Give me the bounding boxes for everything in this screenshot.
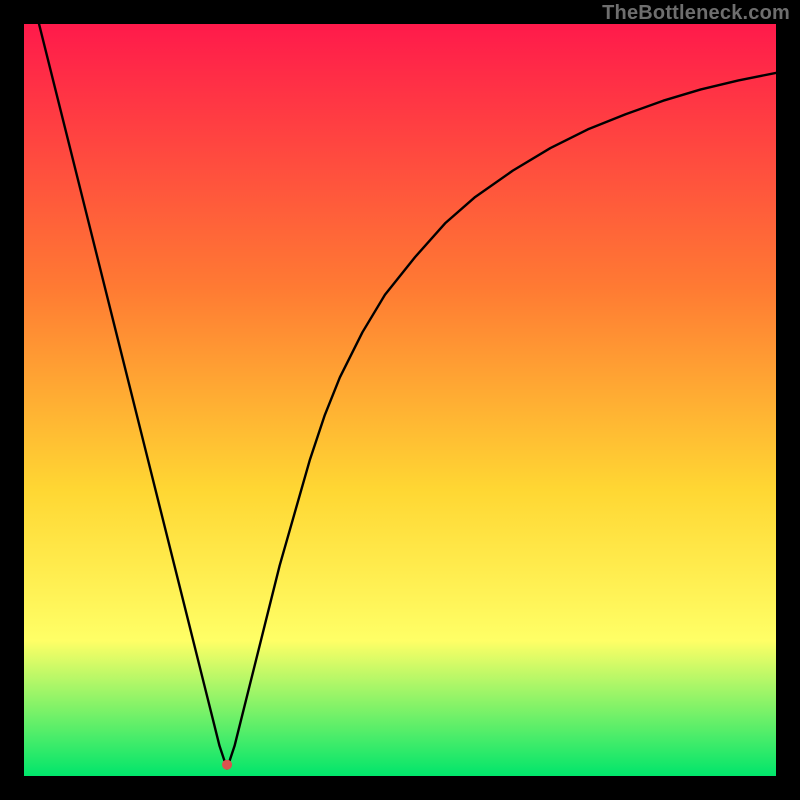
plot-svg <box>24 24 776 776</box>
watermark-text: TheBottleneck.com <box>602 2 790 25</box>
gradient-background <box>24 24 776 776</box>
chart-frame: TheBottleneck.com <box>0 0 800 800</box>
optimal-point-marker <box>222 760 232 770</box>
